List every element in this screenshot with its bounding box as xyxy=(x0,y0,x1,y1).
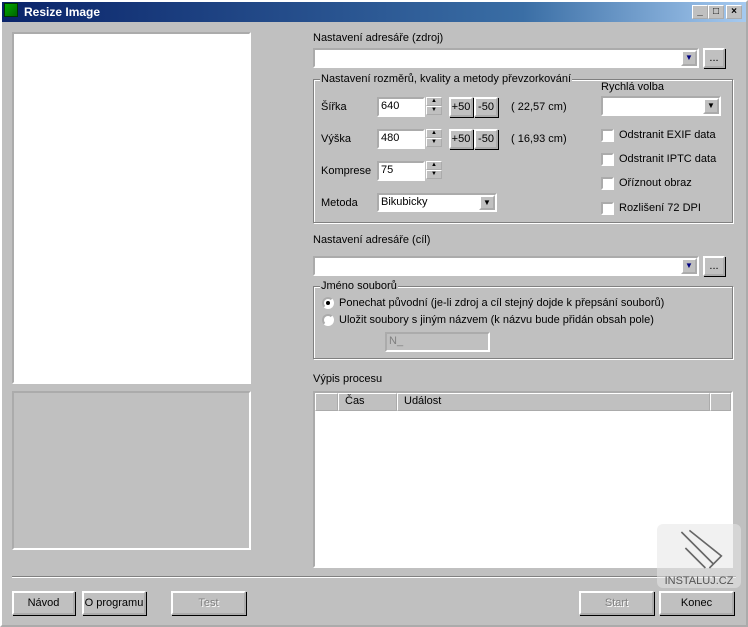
log-column-time[interactable]: Čas xyxy=(338,393,397,411)
width-label: Šířka xyxy=(321,101,347,113)
close-button[interactable]: × xyxy=(726,5,742,19)
maximize-button[interactable]: □ xyxy=(708,5,724,19)
quick-label: Rychlá volba xyxy=(601,81,664,93)
chevron-down-icon[interactable]: ▼ xyxy=(479,195,495,210)
keep-original-label: Ponechat původní (je-li zdroj a cíl stej… xyxy=(339,297,665,309)
source-dir-combo[interactable]: ▼ xyxy=(313,48,699,68)
height-input[interactable]: 480 xyxy=(377,129,425,149)
log-column-filler xyxy=(710,393,731,411)
target-dir-combo[interactable]: ▼ xyxy=(313,256,699,276)
separator xyxy=(12,576,736,578)
compression-spinner[interactable]: ▲ ▼ xyxy=(426,161,442,179)
dpi-label: Rozlišení 72 DPI xyxy=(619,202,701,214)
exif-checkbox[interactable] xyxy=(601,129,614,142)
settings-legend: Nastavení rozměrů, kvality a metody přev… xyxy=(320,73,573,85)
height-plus-button[interactable]: +50 xyxy=(449,129,473,149)
width-minus-button[interactable]: -50 xyxy=(474,97,498,117)
height-spinner[interactable]: ▲ ▼ xyxy=(426,129,442,147)
target-browse-button[interactable]: ... xyxy=(703,256,725,276)
crop-checkbox[interactable] xyxy=(601,177,614,190)
iptc-label: Odstranit IPTC data xyxy=(619,153,717,165)
image-info-panel xyxy=(12,391,251,550)
exif-label: Odstranit EXIF data xyxy=(619,129,716,141)
target-label: Nastavení adresáře (cíl) xyxy=(313,234,431,246)
height-minus-button[interactable]: -50 xyxy=(474,129,498,149)
method-select[interactable]: Bikubicky ▼ xyxy=(377,193,497,212)
width-input[interactable]: 640 xyxy=(377,97,425,117)
source-label: Nastavení adresáře (zdroj) xyxy=(313,32,444,44)
rename-radio[interactable] xyxy=(322,314,334,326)
image-preview xyxy=(12,32,251,384)
help-button[interactable]: Návod xyxy=(12,591,75,615)
keep-original-radio[interactable] xyxy=(322,297,334,309)
width-spinner[interactable]: ▲ ▼ xyxy=(426,97,442,115)
method-label: Metoda xyxy=(321,197,358,209)
test-button[interactable]: Test xyxy=(171,591,246,615)
log-label: Výpis procesu xyxy=(313,373,383,385)
watermark-icon xyxy=(680,529,723,569)
end-button[interactable]: Konec xyxy=(659,591,734,615)
dpi-checkbox[interactable] xyxy=(601,202,614,215)
title-bar: Resize Image xyxy=(2,2,746,22)
compression-label: Komprese xyxy=(321,165,372,177)
chevron-down-icon[interactable]: ▼ xyxy=(681,258,697,274)
app-icon xyxy=(4,3,18,17)
method-value: Bikubicky xyxy=(381,196,428,208)
log-column-header[interactable] xyxy=(315,393,338,411)
chevron-down-icon[interactable]: ▼ xyxy=(681,50,697,66)
log-column-event[interactable]: Událost xyxy=(397,393,710,411)
minimize-button[interactable]: _ xyxy=(692,5,708,19)
watermark-text: INSTALUJ.CZ xyxy=(664,575,734,587)
height-label: Výška xyxy=(321,133,351,145)
start-button[interactable]: Start xyxy=(579,591,654,615)
crop-label: Oříznout obraz xyxy=(619,177,692,189)
rename-label: Uložit soubory s jiným názvem (k názvu b… xyxy=(339,314,654,326)
chevron-down-icon[interactable]: ▼ xyxy=(703,98,719,114)
quick-select[interactable]: ▼ xyxy=(601,96,721,116)
suffix-input[interactable]: N_ xyxy=(385,332,490,352)
source-browse-button[interactable]: ... xyxy=(703,48,725,68)
about-button[interactable]: O programu xyxy=(82,591,146,615)
compression-input[interactable]: 75 xyxy=(377,161,425,181)
height-cm: ( 16,93 cm) xyxy=(511,133,567,145)
width-cm: ( 22,57 cm) xyxy=(511,101,567,113)
window-title: Resize Image xyxy=(24,5,101,19)
iptc-checkbox[interactable] xyxy=(601,153,614,166)
width-plus-button[interactable]: +50 xyxy=(449,97,473,117)
watermark-logo: INSTALUJ.CZ xyxy=(657,524,741,588)
filename-legend: Jméno souborů xyxy=(320,280,398,292)
